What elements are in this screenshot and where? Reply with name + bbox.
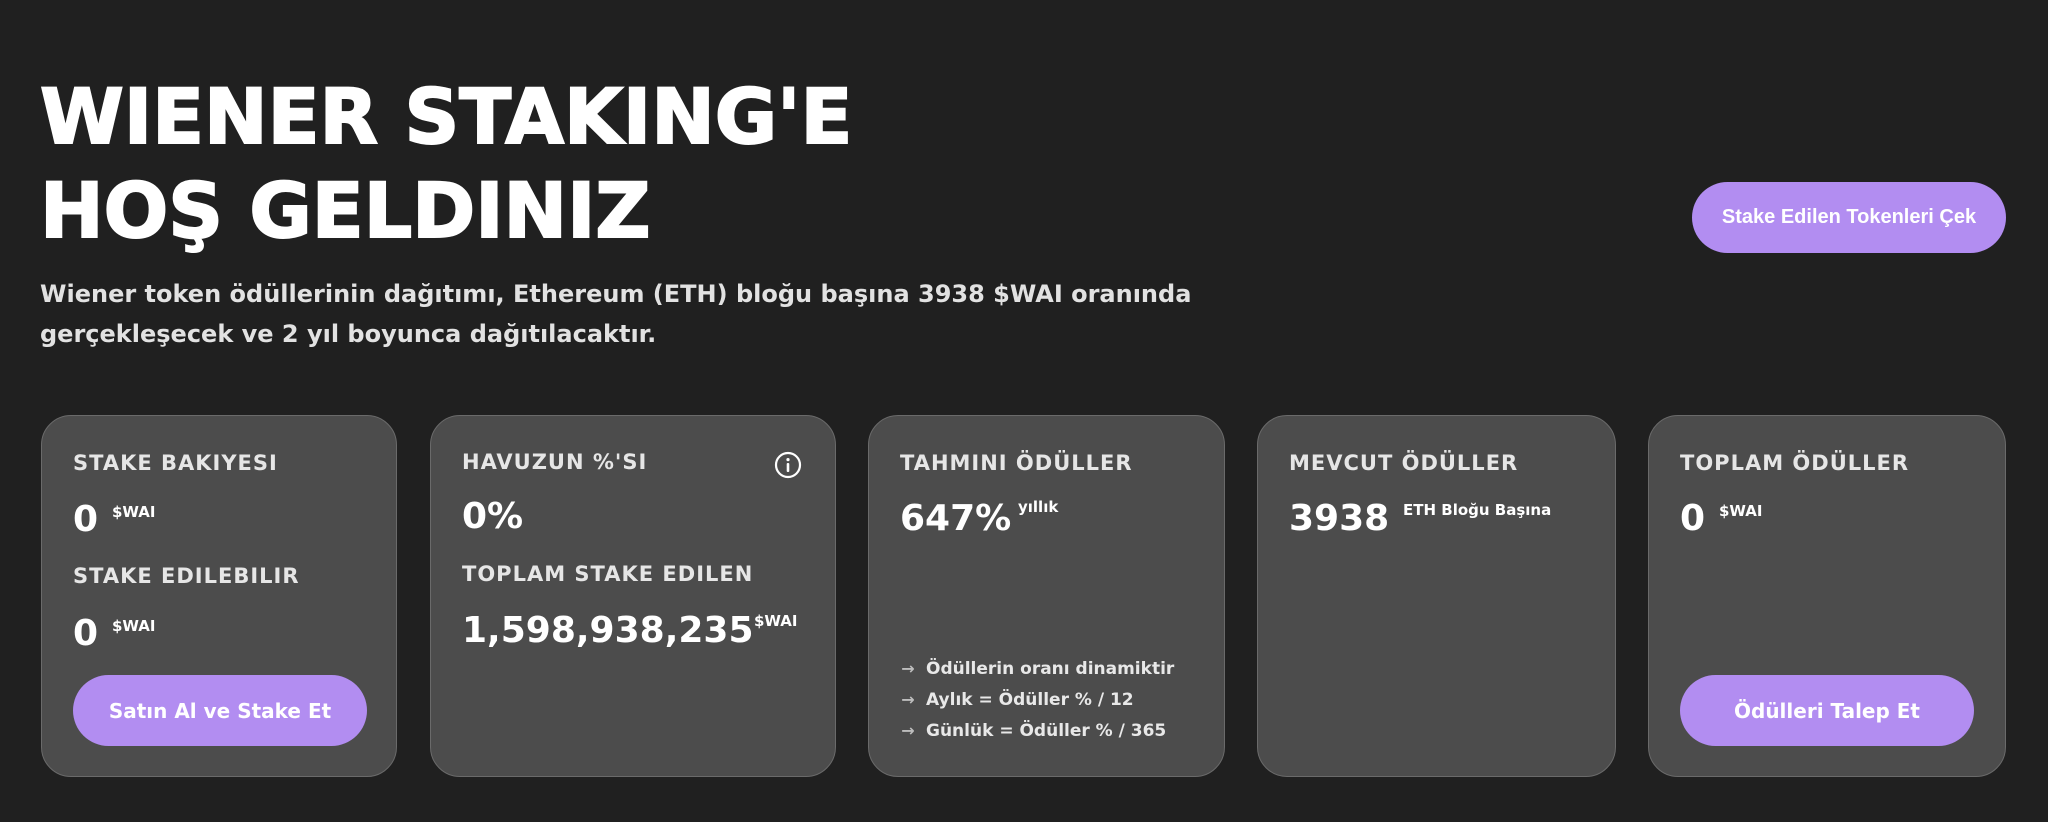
note-text: Aylık = Ödüller % / 12: [926, 689, 1134, 710]
arrow-right-icon: →: [901, 659, 915, 678]
arrow-right-icon: →: [901, 721, 915, 740]
total-rewards-value: 0: [1680, 498, 1706, 539]
pool-share-label: HAVUZUN %'SI: [462, 450, 648, 474]
rewards-notes-list: → Ödüllerin oranı dinamiktir → Aylık = Ö…: [900, 653, 1174, 746]
withdraw-staked-tokens-button[interactable]: Stake Edilen Tokenleri Çek: [1692, 182, 2006, 253]
stakeable-unit: $WAI: [112, 617, 156, 635]
list-item: → Ödüllerin oranı dinamiktir: [900, 653, 1174, 684]
total-staked-unit: $WAI: [754, 612, 798, 630]
pool-share-card: HAVUZUN %'SI 0% TOPLAM STAKE EDILEN 1,59…: [430, 415, 836, 777]
total-staked-label: TOPLAM STAKE EDILEN: [462, 562, 754, 586]
total-staked-value: 1,598,938,235: [462, 610, 754, 651]
claim-rewards-button[interactable]: Ödülleri Talep Et: [1680, 675, 1974, 746]
current-rewards-value: 3938: [1289, 498, 1390, 539]
stake-balance-card: STAKE BAKIYESI 0 $WAI STAKE EDILEBILIR 0…: [41, 415, 397, 777]
arrow-right-icon: →: [901, 690, 915, 709]
current-rewards-label: MEVCUT ÖDÜLLER: [1289, 451, 1519, 475]
stake-balance-label: STAKE BAKIYESI: [73, 451, 278, 475]
estimated-rewards-unit: yıllık: [1018, 498, 1059, 516]
stakeable-label: STAKE EDILEBILIR: [73, 564, 300, 588]
estimated-rewards-label: TAHMINI ÖDÜLLER: [900, 451, 1133, 475]
list-item: → Aylık = Ödüller % / 12: [900, 684, 1174, 715]
total-rewards-label: TOPLAM ÖDÜLLER: [1680, 451, 1910, 475]
current-rewards-card: MEVCUT ÖDÜLLER 3938 ETH Bloğu Başına: [1257, 415, 1616, 777]
page-title: WIENER STAKING'E HOŞ GELDINIZ: [39, 71, 853, 256]
stake-balance-unit: $WAI: [112, 503, 156, 521]
estimated-rewards-value: 647%: [900, 498, 1012, 539]
stake-balance-value: 0: [73, 499, 99, 540]
total-rewards-card: TOPLAM ÖDÜLLER 0 $WAI Ödülleri Talep Et: [1648, 415, 2006, 777]
current-rewards-unit: ETH Bloğu Başına: [1403, 501, 1552, 519]
pool-share-value: 0%: [462, 496, 524, 537]
info-circle-icon[interactable]: [774, 451, 802, 479]
total-rewards-unit: $WAI: [1719, 502, 1763, 520]
stakeable-value: 0: [73, 613, 99, 654]
note-text: Ödüllerin oranı dinamiktir: [926, 658, 1175, 679]
list-item: → Günlük = Ödüller % / 365: [900, 715, 1174, 746]
page-description: Wiener token ödüllerinin dağıtımı, Ether…: [40, 280, 1192, 348]
estimated-rewards-card: TAHMINI ÖDÜLLER 647% yıllık → Ödüllerin …: [868, 415, 1225, 777]
staking-page: WIENER STAKING'E HOŞ GELDINIZ Wiener tok…: [0, 0, 2048, 822]
buy-and-stake-button[interactable]: Satın Al ve Stake Et: [73, 675, 367, 746]
note-text: Günlük = Ödüller % / 365: [926, 720, 1167, 741]
